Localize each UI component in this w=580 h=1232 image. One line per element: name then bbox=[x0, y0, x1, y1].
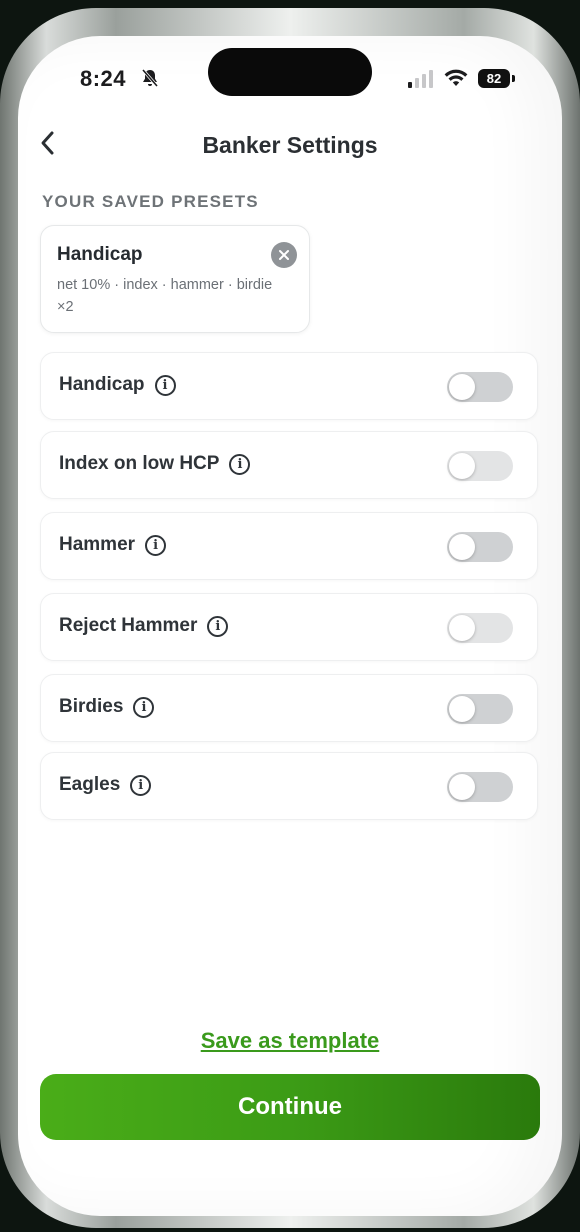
toggle-knob bbox=[449, 774, 475, 800]
page-title: Banker Settings bbox=[202, 132, 378, 158]
toggle-knob bbox=[449, 453, 475, 479]
setting-label-wrap: Eagles i bbox=[59, 774, 152, 796]
wifi-icon bbox=[444, 69, 468, 86]
reject-hammer-toggle[interactable] bbox=[447, 613, 513, 643]
toggle-knob bbox=[449, 615, 475, 641]
bell-muted-icon bbox=[141, 69, 159, 87]
setting-label: Birdies bbox=[59, 696, 124, 717]
setting-label: Eagles bbox=[59, 774, 121, 795]
setting-label-wrap: Hammer i bbox=[59, 534, 167, 556]
eagles-toggle[interactable] bbox=[447, 772, 513, 802]
preset-description: net 10% · index · hammer · birdie ×2 bbox=[57, 277, 273, 315]
info-icon[interactable]: i bbox=[145, 534, 167, 556]
continue-button[interactable]: Continue bbox=[40, 1074, 540, 1140]
birdies-toggle[interactable] bbox=[447, 694, 513, 724]
setting-label-wrap: Handicap i bbox=[59, 374, 176, 396]
close-icon bbox=[279, 250, 289, 260]
setting-label: Hammer bbox=[59, 534, 136, 555]
info-icon[interactable]: i bbox=[207, 615, 229, 637]
toggle-knob bbox=[449, 534, 475, 560]
setting-label-wrap: Reject Hammer i bbox=[59, 615, 229, 637]
toggle-knob bbox=[449, 696, 475, 722]
save-as-template-link[interactable]: Save as template bbox=[18, 1028, 562, 1054]
battery-indicator: 82 bbox=[478, 69, 510, 88]
setting-label: Index on low HCP bbox=[59, 453, 220, 474]
setting-row-eagles: Eagles i bbox=[40, 752, 538, 820]
setting-row-reject-hammer: Reject Hammer i bbox=[40, 593, 538, 661]
setting-label-wrap: Birdies i bbox=[59, 696, 155, 718]
cellular-signal-icon bbox=[408, 70, 433, 88]
phone-frame: 8:24 82 Banker Settings YOUR SAVED PRESE… bbox=[0, 8, 580, 1228]
setting-label-wrap: Index on low HCP i bbox=[59, 453, 251, 475]
toggle-knob bbox=[449, 374, 475, 400]
handicap-toggle[interactable] bbox=[447, 372, 513, 402]
info-icon[interactable]: i bbox=[133, 696, 155, 718]
setting-label: Handicap bbox=[59, 374, 145, 395]
info-icon[interactable]: i bbox=[130, 774, 152, 796]
preset-name: Handicap bbox=[57, 244, 143, 265]
info-icon[interactable]: i bbox=[229, 453, 251, 475]
index-low-hcp-toggle[interactable] bbox=[447, 451, 513, 481]
battery-tip bbox=[512, 75, 515, 82]
dynamic-island bbox=[208, 48, 372, 96]
setting-row-birdies: Birdies i bbox=[40, 674, 538, 742]
info-icon[interactable]: i bbox=[154, 374, 176, 396]
saved-presets-label: YOUR SAVED PRESETS bbox=[42, 192, 259, 211]
setting-row-hammer: Hammer i bbox=[40, 512, 538, 580]
status-time: 8:24 bbox=[80, 66, 127, 91]
remove-preset-button[interactable] bbox=[271, 242, 297, 268]
setting-label: Reject Hammer bbox=[59, 615, 198, 636]
hammer-toggle[interactable] bbox=[447, 532, 513, 562]
setting-row-index-low-hcp: Index on low HCP i bbox=[40, 431, 538, 499]
setting-row-handicap: Handicap i bbox=[40, 352, 538, 420]
preset-card[interactable]: Handicap net 10% · index · hammer · bird… bbox=[40, 225, 310, 333]
app-screen: 8:24 82 Banker Settings YOUR SAVED PRESE… bbox=[18, 36, 562, 1216]
